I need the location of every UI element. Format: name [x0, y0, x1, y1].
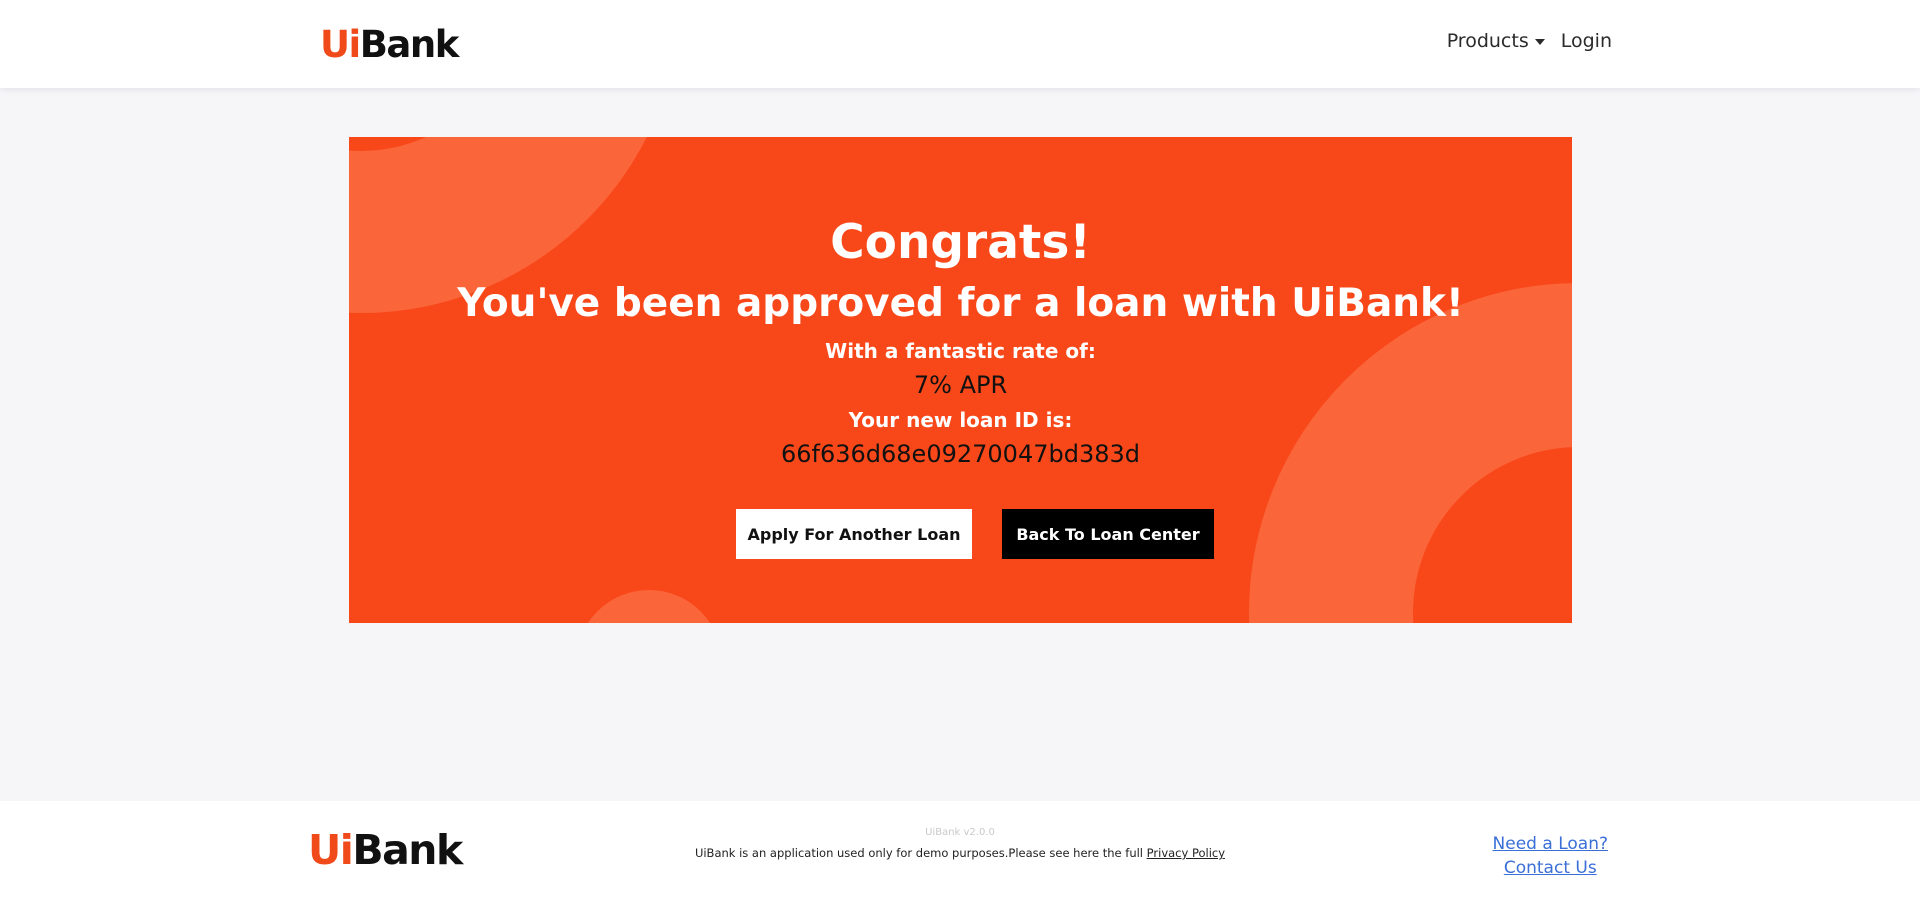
nav-menu: Products Login [1447, 30, 1612, 52]
products-label: Products [1446, 30, 1529, 52]
version-label: UiBank v2.0.0 [925, 827, 995, 838]
need-a-loan-link[interactable]: Need a Loan? [1493, 832, 1608, 856]
approved-heading: You've been approved for a loan with UiB… [457, 281, 1464, 326]
contact-us-link[interactable]: Contact Us [1493, 856, 1608, 880]
caret-down-icon [1534, 39, 1545, 45]
rate-value: 7% APR [913, 371, 1008, 399]
logo-bank-text: Bank [359, 23, 460, 66]
back-to-loan-center-button[interactable]: Back To Loan Center [1002, 509, 1214, 559]
loan-approval-card: Congrats! You've been approved for a loa… [349, 137, 1572, 623]
apply-another-loan-button[interactable]: Apply For Another Loan [736, 509, 972, 559]
decorative-circle-bottom [576, 590, 722, 623]
congrats-heading: Congrats! [830, 215, 1091, 270]
disclaimer-text: UiBank is an application used only for d… [694, 846, 1147, 860]
uibank-logo[interactable]: UiBank [320, 22, 460, 68]
login-link[interactable]: Login [1561, 30, 1612, 52]
loan-id-label: Your new loan ID is: [848, 408, 1073, 432]
demo-disclaimer: UiBank is an application used only for d… [0, 846, 1920, 860]
footer-links: Need a Loan? Contact Us [1493, 832, 1608, 880]
loan-id-value: 66f636d68e09270047bd383d [780, 440, 1140, 468]
rate-label: With a fantastic rate of: [825, 339, 1096, 363]
privacy-policy-link[interactable]: Privacy Policy [1147, 846, 1225, 860]
footer: UiBank UiBank v2.0.0 UiBank is an applic… [0, 801, 1920, 901]
logo-ui-text: Ui [320, 23, 361, 66]
top-navbar: UiBank Products Login [0, 0, 1920, 88]
products-dropdown[interactable]: Products [1447, 30, 1545, 52]
